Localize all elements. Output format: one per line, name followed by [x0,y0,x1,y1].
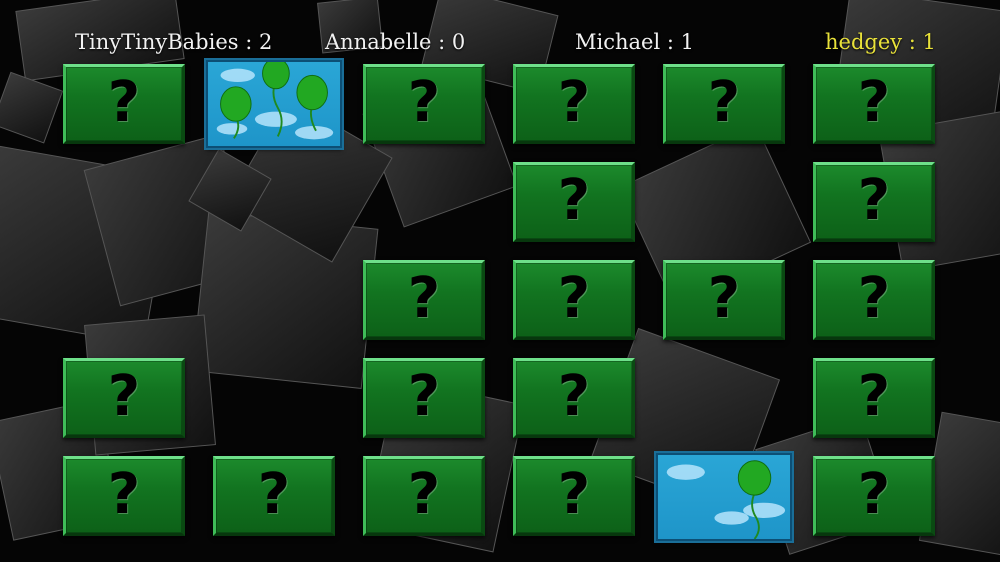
card-face-down[interactable]: ? [363,260,485,340]
question-mark-icon: ? [707,70,741,135]
card-face-down[interactable]: ? [663,64,785,144]
card-face-down[interactable]: ? [363,64,485,144]
question-mark-icon: ? [107,462,141,527]
card-face-down[interactable]: ? [63,64,185,144]
card-face-down[interactable]: ? [813,456,935,536]
question-mark-icon: ? [557,364,591,429]
question-mark-icon: ? [557,266,591,331]
card-face-down[interactable]: ? [63,456,185,536]
player-score-tinytinybabies: TinyTinyBabies : 2 [75,30,273,54]
card-face-down[interactable]: ? [213,456,335,536]
question-mark-icon: ? [557,462,591,527]
question-mark-icon: ? [407,462,441,527]
player-score-hedgey-active: hedgey : 1 [825,30,936,54]
card-face-down[interactable]: ? [513,260,635,340]
question-mark-icon: ? [707,266,741,331]
question-mark-icon: ? [407,364,441,429]
balloon-image [666,460,786,539]
question-mark-icon: ? [257,462,291,527]
question-mark-icon: ? [857,168,891,233]
card-face-down[interactable]: ? [363,358,485,438]
card-face-down[interactable]: ? [363,456,485,536]
card-face-down[interactable]: ? [513,358,635,438]
card-face-down[interactable]: ? [663,260,785,340]
card-face-down[interactable]: ? [813,358,935,438]
question-mark-icon: ? [857,462,891,527]
balloons-image [216,62,334,140]
card-face-down[interactable]: ? [813,260,935,340]
question-mark-icon: ? [557,70,591,135]
question-mark-icon: ? [407,266,441,331]
question-mark-icon: ? [857,70,891,135]
card-face-down[interactable]: ? [813,64,935,144]
card-face-down[interactable]: ? [513,64,635,144]
card-face-down[interactable]: ? [63,358,185,438]
card-face-down[interactable]: ? [513,162,635,242]
question-mark-icon: ? [857,364,891,429]
question-mark-icon: ? [407,70,441,135]
question-mark-icon: ? [107,364,141,429]
player-score-annabelle: Annabelle : 0 [325,30,466,54]
card-face-down[interactable]: ? [813,162,935,242]
question-mark-icon: ? [107,70,141,135]
player-score-michael: Michael : 1 [575,30,694,54]
card-face-up-balloon [656,453,792,541]
card-face-down[interactable]: ? [513,456,635,536]
question-mark-icon: ? [857,266,891,331]
card-face-up-balloons [206,60,342,148]
question-mark-icon: ? [557,168,591,233]
